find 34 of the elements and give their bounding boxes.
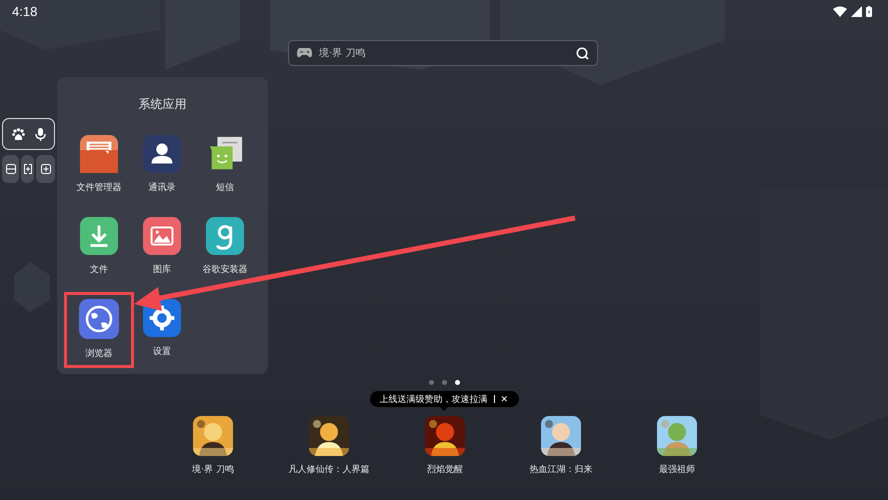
page-dot[interactable] xyxy=(442,380,446,385)
voice-widget[interactable] xyxy=(2,118,55,150)
expand-button[interactable] xyxy=(21,155,34,183)
gamepad-icon xyxy=(297,48,312,58)
game-shortcut[interactable]: 热血江湖：归来 xyxy=(503,416,619,476)
folder-title: 系统应用 xyxy=(138,96,188,113)
split-icon xyxy=(6,164,16,174)
expand-icon xyxy=(24,164,32,174)
game-shortcut[interactable]: 境·界 刀鸣 xyxy=(155,416,271,476)
person-icon xyxy=(142,135,182,173)
close-button[interactable]: ✕ xyxy=(500,394,508,404)
signal-icon xyxy=(851,6,862,16)
download-icon xyxy=(79,217,119,255)
tooltip-text: 上线送满级赞助，攻速拉满 xyxy=(380,394,488,406)
game-shortcut[interactable]: 最强祖师 xyxy=(619,416,735,476)
image-icon xyxy=(142,217,182,255)
add-button[interactable] xyxy=(36,155,55,183)
battery-icon xyxy=(866,6,872,16)
search-field[interactable]: 境·界 刀鸣 xyxy=(288,40,598,66)
paw-icon[interactable] xyxy=(12,128,24,140)
wifi-icon xyxy=(833,6,847,16)
letter-icon xyxy=(205,217,245,255)
split-button[interactable] xyxy=(2,155,19,183)
search-icon[interactable] xyxy=(576,47,589,60)
app-shortcut[interactable]: 浏览器 xyxy=(64,292,134,368)
game-shortcut[interactable]: 烈焰觉醒 xyxy=(387,416,503,476)
microphone-icon[interactable] xyxy=(34,128,46,140)
page-dot[interactable] xyxy=(428,380,434,385)
add-icon xyxy=(40,164,50,174)
clock: 4:18 xyxy=(12,4,38,18)
globe-icon xyxy=(79,299,119,339)
folder-icon xyxy=(79,135,119,173)
game-shortcut[interactable]: 凡人修仙传：人界篇 xyxy=(271,416,387,476)
page-dot[interactable] xyxy=(454,380,460,385)
